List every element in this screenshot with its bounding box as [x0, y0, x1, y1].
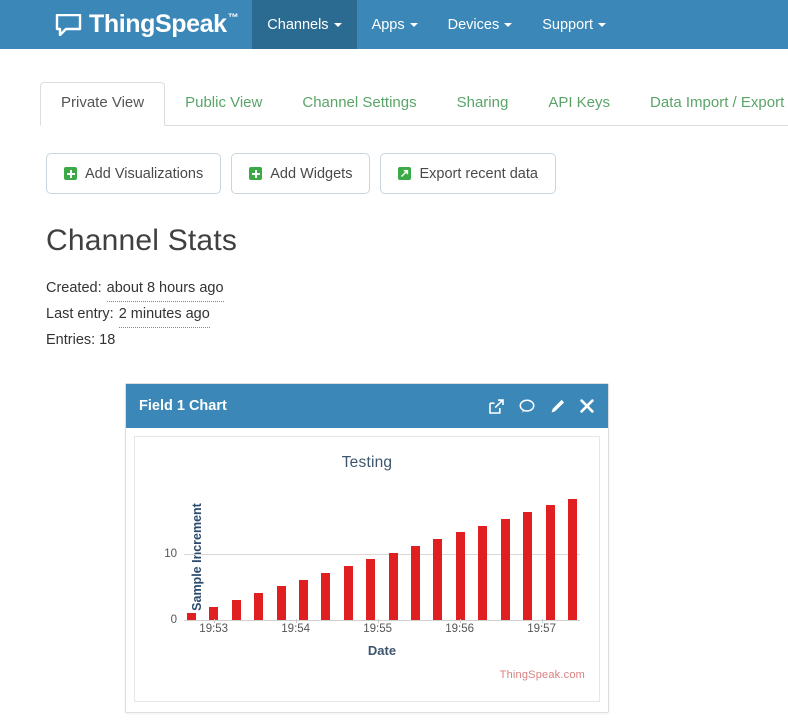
- chart-bar: [276, 586, 286, 620]
- add-visualizations-label: Add Visualizations: [85, 165, 204, 182]
- chart-panel-toolbar: [489, 398, 594, 414]
- channel-stats-section: Channel Stats Created: about 8 hours ago …: [0, 194, 788, 353]
- chevron-down-icon: [333, 22, 342, 27]
- comment-icon[interactable]: [519, 398, 535, 414]
- speech-bubble-icon: [55, 13, 82, 36]
- chart-panel-header: Field 1 Chart: [126, 384, 608, 428]
- chart-bar: [567, 498, 577, 620]
- nav-item-channels[interactable]: Channels: [252, 0, 357, 49]
- action-button-row: Add Visualizations Add Widgets Export re…: [0, 126, 788, 194]
- chevron-down-icon: [504, 22, 513, 27]
- external-link-icon: [398, 167, 412, 180]
- chart-bar: [523, 512, 533, 620]
- field-1-chart: Testing Sample Increment 10 0 19:53 19:54…: [134, 436, 600, 702]
- stats-label-created: Created:: [46, 280, 102, 296]
- tab-public-view[interactable]: Public View: [165, 83, 282, 125]
- nav-item-devices-label: Devices: [447, 16, 500, 33]
- chart-x-axis-label: Date: [367, 643, 397, 658]
- chart-bar: [366, 559, 376, 620]
- tab-sharing-label: Sharing: [456, 94, 509, 112]
- chart-bar: [545, 505, 555, 620]
- nav-item-support-label: Support: [542, 16, 593, 33]
- chart-bar: [343, 566, 353, 620]
- nav-item-support[interactable]: Support: [527, 0, 621, 49]
- chart-bar: [388, 552, 398, 620]
- brand-logo[interactable]: ThingSpeak ™: [0, 0, 252, 49]
- tab-sharing[interactable]: Sharing: [437, 83, 529, 125]
- add-visualizations-button[interactable]: Add Visualizations: [46, 153, 222, 194]
- chart-y-tick-0: 0: [170, 614, 177, 626]
- tab-private-view-label: Private View: [61, 94, 145, 112]
- chart-y-tick-10: 10: [164, 547, 177, 560]
- chart-bar: [321, 572, 331, 620]
- export-recent-data-label: Export recent data: [419, 165, 538, 182]
- chart-x-ticks: 19:53 19:54 19:55 19:56 19:57: [184, 619, 580, 639]
- external-link-icon[interactable]: [489, 398, 504, 414]
- brand-name: ThingSpeak: [89, 10, 227, 38]
- channel-tabs-container: Private View Public View Channel Setting…: [0, 77, 788, 126]
- stats-row-last-entry: Last entry: 2 minutes ago: [46, 302, 788, 328]
- tab-public-view-label: Public View: [185, 94, 263, 112]
- chart-bar: [187, 613, 196, 620]
- chart-panel-title: Field 1 Chart: [139, 398, 227, 414]
- plus-square-icon: [249, 167, 263, 180]
- thingspeak-watermark: ThingSpeak.com: [499, 669, 585, 681]
- tab-channel-settings-label: Channel Settings: [302, 94, 417, 112]
- add-widgets-button[interactable]: Add Widgets: [231, 153, 371, 194]
- chart-bar: [500, 518, 510, 620]
- chart-x-tick-label: 19:53: [199, 623, 229, 635]
- nav-menu: Channels Apps Devices Support: [252, 0, 621, 49]
- field-1-chart-panel: Field 1 Chart Testing Sample Increment 1…: [125, 383, 609, 713]
- nav-item-channels-label: Channels: [267, 16, 329, 33]
- chevron-down-icon: [409, 22, 418, 27]
- chart-bar: [231, 599, 241, 620]
- chart-x-tick-label: 19:56: [445, 623, 474, 635]
- nav-item-apps[interactable]: Apps: [357, 0, 433, 49]
- chart-x-tick-label: 19:54: [281, 623, 311, 635]
- tab-api-keys[interactable]: API Keys: [528, 83, 630, 125]
- chart-title: Testing: [341, 454, 393, 471]
- chart-panel-body: Testing Sample Increment 10 0 19:53 19:54…: [126, 428, 608, 712]
- top-navbar: ThingSpeak ™ Channels Apps Devices Suppo…: [0, 0, 788, 49]
- tab-data-import-export[interactable]: Data Import / Export: [630, 83, 788, 125]
- chart-bar: [433, 539, 443, 620]
- nav-item-devices[interactable]: Devices: [433, 0, 528, 49]
- stats-row-created: Created: about 8 hours ago: [46, 276, 788, 302]
- edit-pencil-icon[interactable]: [550, 399, 565, 414]
- plus-square-icon: [64, 167, 77, 180]
- page-title: Channel Stats: [46, 224, 238, 257]
- stats-label-last-entry: Last entry:: [46, 306, 114, 322]
- tab-api-keys-label: API Keys: [548, 94, 611, 112]
- add-widgets-label: Add Widgets: [270, 165, 353, 182]
- chart-bar: [299, 579, 309, 620]
- close-icon[interactable]: [580, 399, 594, 413]
- brand-trademark: ™: [227, 11, 239, 24]
- chart-bar: [478, 525, 488, 620]
- tab-data-import-export-label: Data Import / Export: [650, 94, 785, 112]
- chart-x-tick-label: 19:57: [527, 623, 556, 635]
- chart-bar: [455, 532, 465, 620]
- chart-x-axis: 0: [171, 614, 580, 626]
- stats-value-last-entry: 2 minutes ago: [118, 302, 210, 328]
- stats-row-entries: Entries: 18: [46, 328, 788, 353]
- chevron-down-icon: [598, 22, 606, 27]
- export-recent-data-button[interactable]: Export recent data: [380, 153, 556, 194]
- chart-bars: [184, 493, 580, 620]
- chart-bar: [254, 593, 264, 620]
- nav-item-apps-label: Apps: [371, 16, 405, 33]
- stats-value-created: about 8 hours ago: [106, 276, 224, 302]
- chart-x-tick-label: 19:55: [363, 623, 393, 635]
- chart-bar: [209, 606, 219, 620]
- tab-channel-settings[interactable]: Channel Settings: [282, 83, 436, 125]
- chart-plot-area: 10 0: [164, 493, 580, 626]
- channel-tabs: Private View Public View Channel Setting…: [40, 77, 788, 126]
- tab-private-view[interactable]: Private View: [40, 82, 166, 126]
- chart-bar: [411, 545, 421, 620]
- stats-entries-count: Entries: 18: [46, 332, 116, 348]
